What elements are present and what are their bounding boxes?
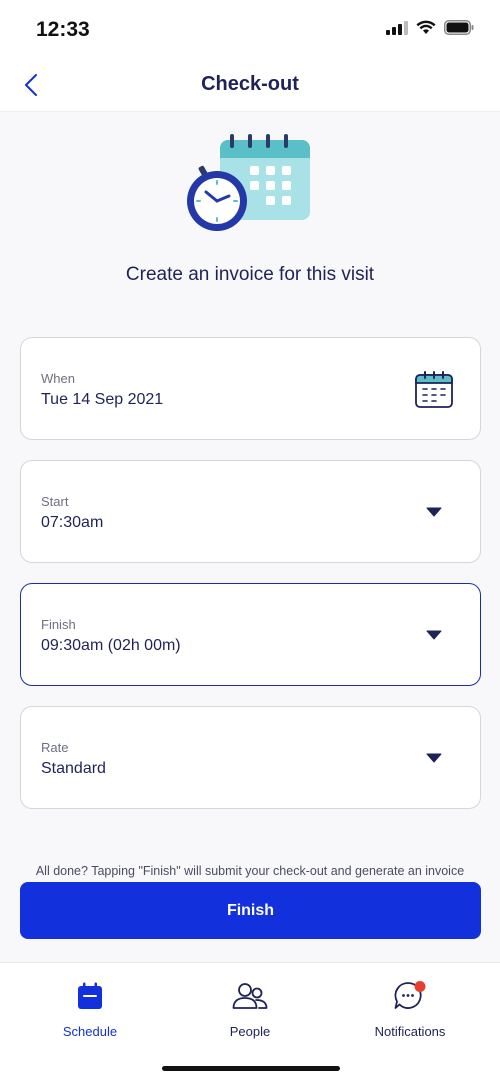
when-field[interactable]: When Tue 14 Sep 2021	[20, 337, 481, 440]
page-title: Check-out	[201, 73, 299, 95]
when-value: Tue 14 Sep 2021	[41, 391, 164, 408]
submit-hint: All done? Tapping "Finish" will submit y…	[35, 864, 465, 878]
nav-bar: Check-out	[0, 58, 500, 112]
start-field[interactable]: Start 07:30am	[20, 460, 481, 563]
start-value: 07:30am	[41, 514, 104, 531]
people-icon	[232, 983, 268, 1009]
status-time: 12:33	[36, 18, 90, 41]
rate-label: Rate	[41, 740, 69, 755]
caret-down-icon[interactable]	[426, 630, 442, 640]
tab-people-label: People	[229, 1024, 271, 1039]
finish-label: Finish	[41, 617, 76, 632]
wifi-icon	[416, 20, 436, 34]
chat-bubble-icon	[394, 981, 426, 1009]
when-label: When	[41, 371, 75, 386]
cellular-signal-icon	[386, 20, 408, 35]
tab-bar: Schedule People Notifications	[0, 962, 500, 1082]
clock-calendar-illustration-icon	[187, 134, 310, 231]
rate-value: Standard	[41, 760, 106, 777]
caret-down-icon[interactable]	[426, 507, 442, 517]
finish-value: 09:30am (02h 00m)	[41, 637, 181, 654]
start-label: Start	[41, 494, 69, 509]
battery-icon	[444, 20, 474, 35]
finish-field[interactable]: Finish 09:30am (02h 00m)	[20, 583, 481, 686]
tab-notifications[interactable]: Notifications	[340, 979, 480, 1039]
status-bar: 12:33	[0, 0, 500, 58]
caret-down-icon[interactable]	[426, 753, 442, 763]
tab-schedule-label: Schedule	[62, 1024, 118, 1039]
tab-people[interactable]: People	[180, 979, 320, 1039]
page-subtitle: Create an invoice for this visit	[125, 264, 375, 285]
notification-badge	[414, 981, 426, 992]
rate-field[interactable]: Rate Standard	[20, 706, 481, 809]
calendar-icon[interactable]	[415, 371, 453, 409]
tab-schedule[interactable]: Schedule	[20, 979, 160, 1039]
calendar-icon	[78, 982, 102, 1009]
status-icons	[386, 20, 474, 35]
tab-notifications-label: Notifications	[374, 1024, 446, 1039]
home-indicator	[162, 1066, 340, 1071]
finish-button[interactable]: Finish	[20, 882, 481, 939]
